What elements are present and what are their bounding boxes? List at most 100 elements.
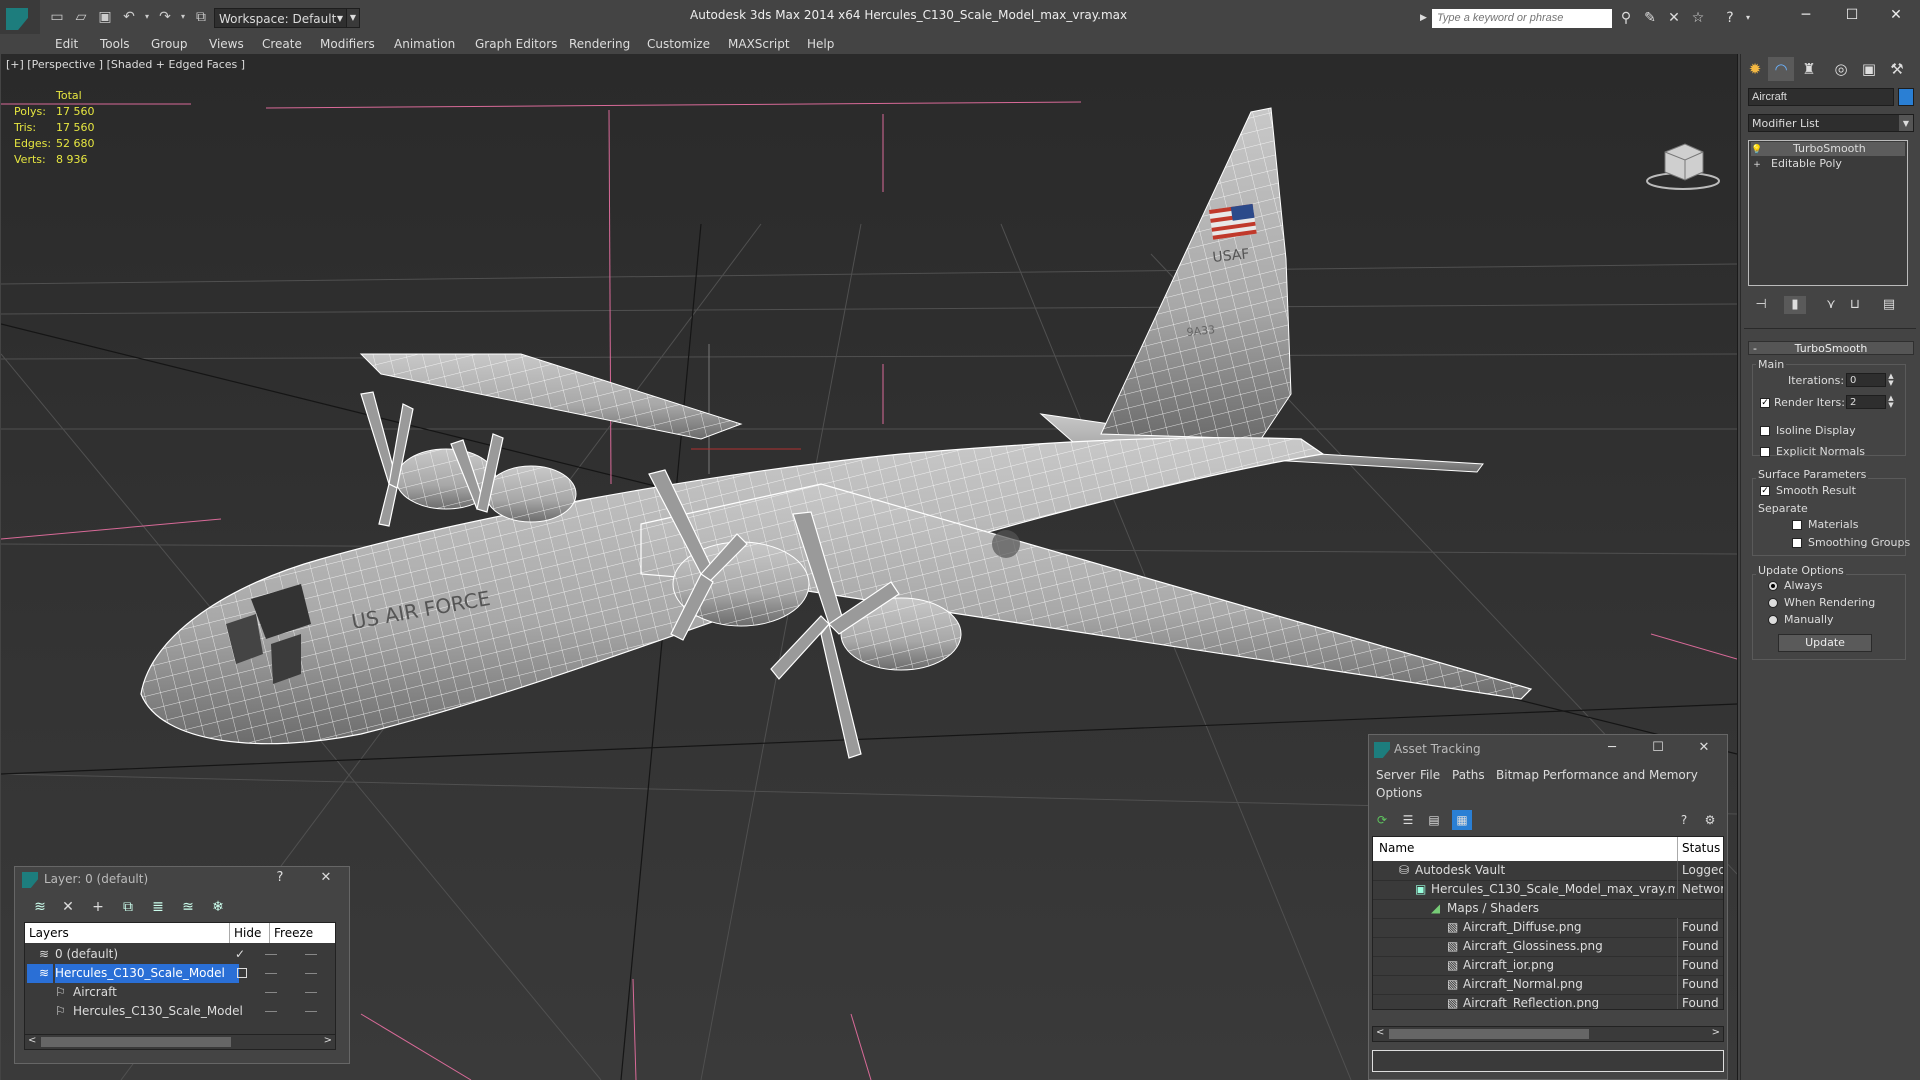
save-icon[interactable]: ▣ [96,8,114,26]
settings-icon[interactable]: ⚙ [1700,810,1720,830]
configure-modifier-sets-icon[interactable]: ▤ [1878,296,1900,314]
materials-checkbox[interactable] [1792,520,1802,530]
modify-tab-icon[interactable]: ◠ [1768,57,1794,81]
subscription-icon[interactable]: ✎ [1640,9,1660,27]
communication-icon[interactable]: ✕ [1664,9,1684,27]
minimize-icon[interactable]: ─ [1786,4,1826,26]
menu-maxscript[interactable]: MAXScript [728,34,790,54]
minimize-icon[interactable]: ─ [1600,738,1624,758]
asset-row[interactable]: ▧ Aircraft_Diffuse.png Found [1373,918,1723,938]
layer-horizontal-scrollbar[interactable]: < > [24,1034,336,1050]
stack-item-turbosmooth[interactable]: 💡 TurboSmooth [1751,142,1905,156]
select-objects-icon[interactable]: ⧉ [116,896,140,918]
asset-menu-options[interactable]: Options [1376,786,1422,800]
explicit-normals-checkbox[interactable] [1760,447,1770,457]
checkmark-icon[interactable]: ✓ [235,945,245,964]
undo-dropdown-icon[interactable]: ▾ [138,8,156,26]
scrollbar-thumb[interactable] [41,1037,231,1047]
menu-edit[interactable]: Edit [55,34,78,54]
col-name[interactable]: Name [1379,841,1414,855]
close-icon[interactable]: ✕ [1692,738,1716,758]
highlight-selected-icon[interactable]: ≣ [146,896,170,918]
menu-graph-editors[interactable]: Graph Editors [475,34,557,54]
scroll-right-icon[interactable]: > [324,1035,332,1046]
modifier-list-dropdown[interactable]: Modifier List ▼ [1748,114,1914,132]
menu-customize[interactable]: Customize [647,34,710,54]
when-rendering-radio[interactable] [1768,598,1778,608]
asset-row[interactable]: ▧ Aircraft_ior.png Found [1373,956,1723,976]
asset-menu-server[interactable]: Server [1376,768,1415,782]
update-button[interactable]: Update [1778,634,1872,652]
help-button[interactable]: ? [268,868,292,888]
delete-layer-icon[interactable]: ✕ [56,896,80,918]
spinner-arrows-icon[interactable]: ▲ ▼ [1886,373,1896,387]
scroll-left-icon[interactable]: < [28,1035,36,1046]
table-view-icon[interactable]: ▤ [1424,810,1444,830]
redo-dropdown-icon[interactable]: ▾ [174,8,192,26]
workspace-dropdown[interactable]: Workspace: Default ▼ [214,8,348,28]
object-color-swatch[interactable] [1898,88,1914,106]
help-icon[interactable]: ? [1720,9,1740,27]
close-icon[interactable]: ✕ [1876,4,1916,26]
layer-row[interactable]: ≋ 0 (default) ✓ [25,945,335,964]
close-icon[interactable]: ✕ [314,868,338,888]
hierarchy-tab-icon[interactable]: ♜ [1796,57,1822,81]
make-unique-icon[interactable]: ⋎ [1820,296,1842,314]
help-dropdown-icon[interactable]: ▾ [1738,9,1758,27]
smoothing-groups-checkbox[interactable] [1792,538,1802,548]
open-folder-icon[interactable]: ▱ [72,8,90,26]
search-input[interactable] [1432,9,1612,28]
motion-tab-icon[interactable]: ◎ [1828,57,1854,81]
add-to-layer-icon[interactable]: + [86,896,110,918]
asset-row[interactable]: ▧ Aircraft_Glossiness.png Found [1373,937,1723,957]
stack-item-editable-poly[interactable]: + Editable Poly [1751,157,1905,171]
menu-views[interactable]: Views [209,34,244,54]
isoline-display-checkbox[interactable] [1760,426,1770,436]
asset-menu-bitmap-performance[interactable]: Bitmap Performance and Memory [1496,768,1698,782]
freeze-all-layers-icon[interactable]: ❄ [206,896,230,918]
manually-radio[interactable] [1768,615,1778,625]
iterations-spinner[interactable]: 0 [1846,373,1886,387]
remove-modifier-icon[interactable]: ⊔ [1844,296,1866,314]
active-layer-box[interactable] [237,968,247,978]
menu-rendering[interactable]: Rendering [569,34,630,54]
favorites-star-icon[interactable]: ☆ [1688,9,1708,27]
asset-row[interactable]: ▧ Aircraft_Reflection.png Found [1373,994,1723,1009]
layer-row[interactable]: ≋ Hercules_C130_Scale_Model [25,964,335,983]
grid-view-icon[interactable]: ▦ [1452,810,1472,830]
refresh-icon[interactable]: ⟳ [1372,810,1392,830]
quick-access-dropdown[interactable]: ▼ [346,8,360,28]
create-layer-icon[interactable]: ≋ [28,896,52,918]
create-tab-icon[interactable]: ✹ [1742,57,1768,81]
new-file-icon[interactable]: ▭ [48,8,66,26]
scroll-right-icon[interactable]: > [1712,1027,1720,1038]
menu-help[interactable]: Help [807,34,834,54]
asset-menu-file[interactable]: File [1420,768,1440,782]
maximize-icon[interactable]: ☐ [1832,4,1872,26]
project-folder-icon[interactable]: ⧉ [192,8,210,26]
scroll-left-icon[interactable]: < [1376,1027,1384,1038]
lightbulb-icon[interactable]: 💡 [1751,143,1763,157]
menu-group[interactable]: Group [151,34,188,54]
expand-plus-icon[interactable]: + [1751,158,1763,172]
pin-stack-icon[interactable]: ⊣ [1750,296,1772,314]
render-iters-spinner[interactable]: 2 [1846,395,1886,409]
viewport-label[interactable]: [+] [Perspective ] [Shaded + Edged Faces… [6,58,245,71]
asset-menu-paths[interactable]: Paths [1452,768,1485,782]
display-tab-icon[interactable]: ▣ [1856,57,1882,81]
asset-horizontal-scrollbar[interactable]: < > [1372,1026,1724,1042]
layer-row[interactable]: ⚐ Aircraft [25,983,335,1002]
render-iters-checkbox[interactable]: ✓ [1760,398,1770,408]
undo-icon[interactable]: ↶ [120,8,138,26]
always-radio[interactable] [1768,581,1778,591]
maximize-icon[interactable]: ☐ [1646,738,1670,758]
spinner-arrows-icon[interactable]: ▲ ▼ [1886,395,1896,409]
asset-row[interactable]: ◢ Maps / Shaders [1373,899,1723,919]
scrollbar-thumb[interactable] [1389,1029,1589,1039]
menu-animation[interactable]: Animation [394,34,455,54]
redo-icon[interactable]: ↷ [156,8,174,26]
object-name-field[interactable] [1748,88,1894,106]
show-end-result-icon[interactable]: ▮ [1784,296,1806,314]
utilities-tab-icon[interactable]: ⚒ [1884,57,1910,81]
hide-all-layers-icon[interactable]: ≊ [176,896,200,918]
